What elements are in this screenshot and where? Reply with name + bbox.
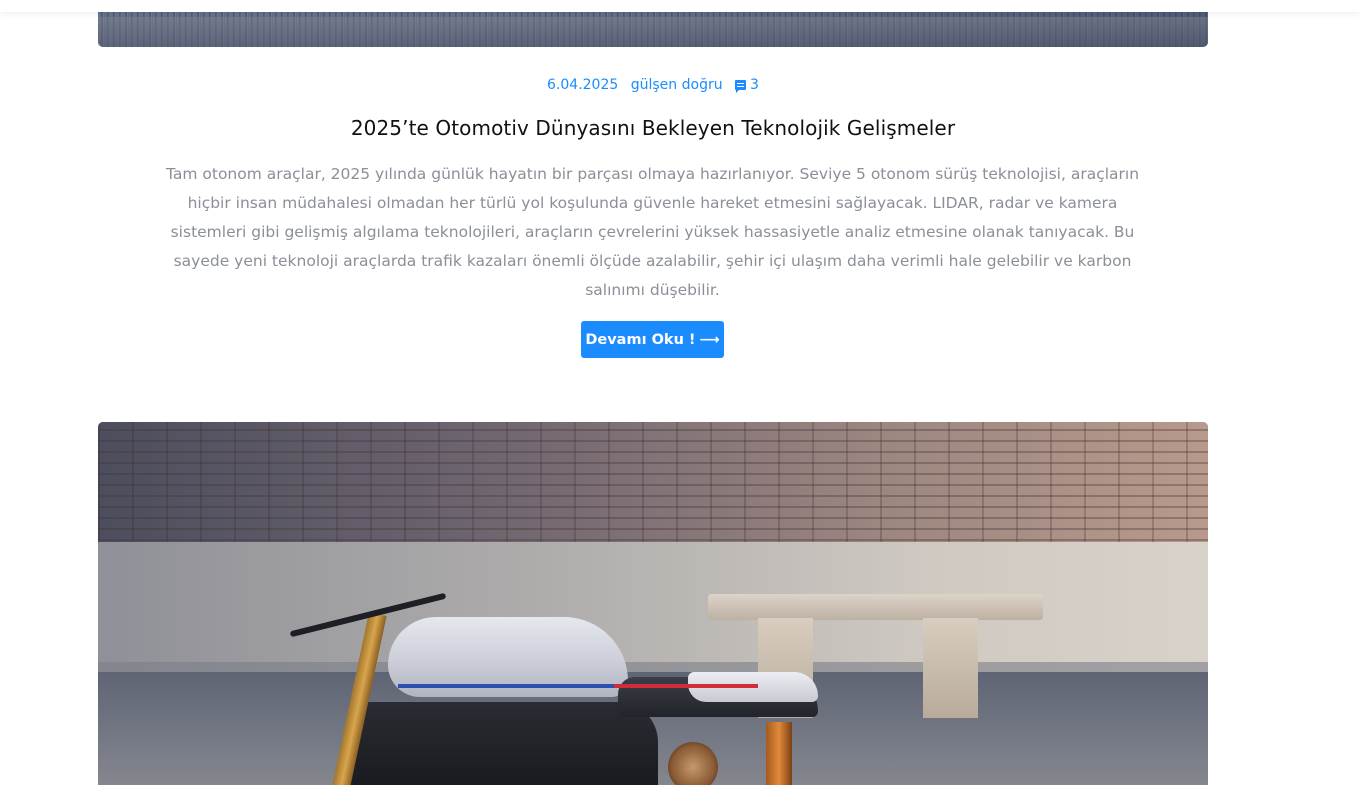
image-bench-seat	[708, 594, 1043, 620]
post-meta: 6.04.2025 gülşen doğru 3	[98, 76, 1208, 94]
image-motorcycle-engine	[348, 702, 658, 785]
blog-page: 6.04.2025 gülşen doğru 3 2025’te Otomoti…	[0, 0, 1360, 785]
arrow-right-icon: ⟶	[699, 331, 720, 348]
image-motorcycle-shock	[766, 722, 792, 785]
image-brick-wall	[98, 422, 1208, 552]
post-title[interactable]: 2025’te Otomotiv Dünyasını Bekleyen Tekn…	[98, 116, 1208, 140]
read-more-button[interactable]: Devamı Oku ! ⟶	[581, 321, 724, 358]
post-comments[interactable]: 3	[735, 77, 759, 93]
read-more-label: Devamı Oku !	[585, 331, 696, 348]
header-bar	[0, 0, 1360, 12]
post-author[interactable]: gülşen doğru	[631, 77, 723, 93]
next-post-image[interactable]	[98, 422, 1208, 785]
comment-count: 3	[750, 77, 759, 93]
image-bench-leg	[923, 618, 978, 718]
image-motorcycle-stripe	[398, 684, 758, 688]
post-excerpt: Tam otonom araçlar, 2025 yılında günlük …	[165, 165, 1140, 299]
image-ledge-shadow	[98, 662, 1208, 672]
image-motorcycle-exhaust	[668, 742, 718, 785]
comment-icon	[735, 80, 747, 93]
previous-post-image-road	[98, 17, 1208, 47]
post-date[interactable]: 6.04.2025	[547, 77, 618, 93]
